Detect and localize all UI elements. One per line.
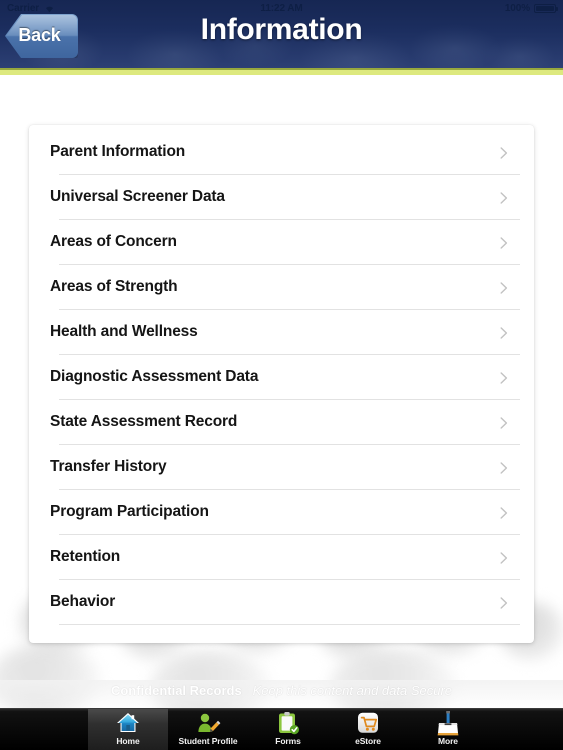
list-item-label: Areas of Concern [50, 233, 177, 250]
clipboard-check-icon [275, 711, 301, 735]
watermark-italic-text: Keep this content and data Secure [252, 683, 453, 698]
list-item[interactable]: Transfer History [29, 445, 534, 489]
chevron-right-icon [500, 416, 508, 429]
header-accent-line [0, 68, 563, 75]
page-title: Information [200, 13, 363, 46]
chevron-right-icon [500, 506, 508, 519]
list-item[interactable]: Diagnostic Assessment Data [29, 355, 534, 399]
list-item[interactable]: Behavior [29, 580, 534, 624]
list-item[interactable]: Parent Information [29, 130, 534, 174]
student-profile-icon [195, 711, 221, 735]
app-root: Information Carrier 11:22 AM 100% Back P… [0, 0, 563, 750]
home-icon [115, 711, 141, 735]
list-item[interactable]: Areas of Strength [29, 265, 534, 309]
back-button[interactable]: Back [5, 14, 78, 58]
tab-bar-items: Home Student Profile Forms eStore More [88, 709, 488, 750]
chevron-right-icon [500, 281, 508, 294]
battery-percent-label: 100% [504, 2, 530, 14]
watermark-bold-text: Confidential Records [110, 683, 242, 698]
shopping-cart-icon [355, 711, 381, 735]
tab-label: eStore [355, 736, 381, 746]
tab-bar: Home Student Profile Forms eStore More [0, 708, 563, 750]
list-item-label: Areas of Strength [50, 278, 178, 295]
list-item[interactable]: Universal Screener Data [29, 175, 534, 219]
chevron-right-icon [500, 551, 508, 564]
status-bar: Carrier 11:22 AM 100% [0, 0, 563, 16]
list-item[interactable]: State Assessment Record [29, 400, 534, 444]
tab-label: Home [116, 736, 140, 746]
confidential-watermark: Confidential Records Keep this content a… [0, 683, 563, 698]
chevron-right-icon [500, 371, 508, 384]
list-divider [59, 624, 520, 625]
tab-home[interactable]: Home [88, 709, 168, 750]
list-item-label: Diagnostic Assessment Data [50, 368, 259, 385]
information-list: Parent Information Universal Screener Dat… [29, 125, 534, 625]
chevron-right-icon [500, 146, 508, 159]
tab-label: Student Profile [178, 736, 238, 746]
list-item-label: Universal Screener Data [50, 188, 225, 205]
battery-full-icon [534, 3, 558, 13]
list-item-label: State Assessment Record [50, 413, 238, 430]
list-item[interactable]: Areas of Concern [29, 220, 534, 264]
ballot-box-icon [435, 711, 461, 736]
list-item-label: Parent Information [50, 143, 186, 160]
chevron-right-icon [500, 461, 508, 474]
status-bar-time: 11:22 AM [260, 2, 303, 14]
list-item-label: Program Participation [50, 503, 209, 520]
tab-student-profile[interactable]: Student Profile [168, 709, 248, 750]
list-item[interactable]: Program Participation [29, 490, 534, 534]
chevron-right-icon [500, 236, 508, 249]
tab-label: Forms [275, 736, 301, 746]
chevron-right-icon [500, 191, 508, 204]
list-item-label: Transfer History [50, 458, 167, 475]
list-item-label: Health and Wellness [50, 323, 198, 340]
tab-estore[interactable]: eStore [328, 709, 408, 750]
status-bar-right: 100% [504, 2, 558, 14]
list-item-label: Behavior [50, 593, 116, 610]
tab-forms[interactable]: Forms [248, 709, 328, 750]
list-item-label: Retention [50, 548, 121, 565]
back-button-label: Back [18, 25, 61, 45]
list-item[interactable]: Health and Wellness [29, 310, 534, 354]
tab-more[interactable]: More [408, 709, 488, 750]
chevron-right-icon [500, 326, 508, 339]
tab-label: More [438, 736, 458, 746]
list-item[interactable]: Retention [29, 535, 534, 579]
information-card: Parent Information Universal Screener Dat… [29, 125, 534, 643]
chevron-right-icon [500, 596, 508, 609]
